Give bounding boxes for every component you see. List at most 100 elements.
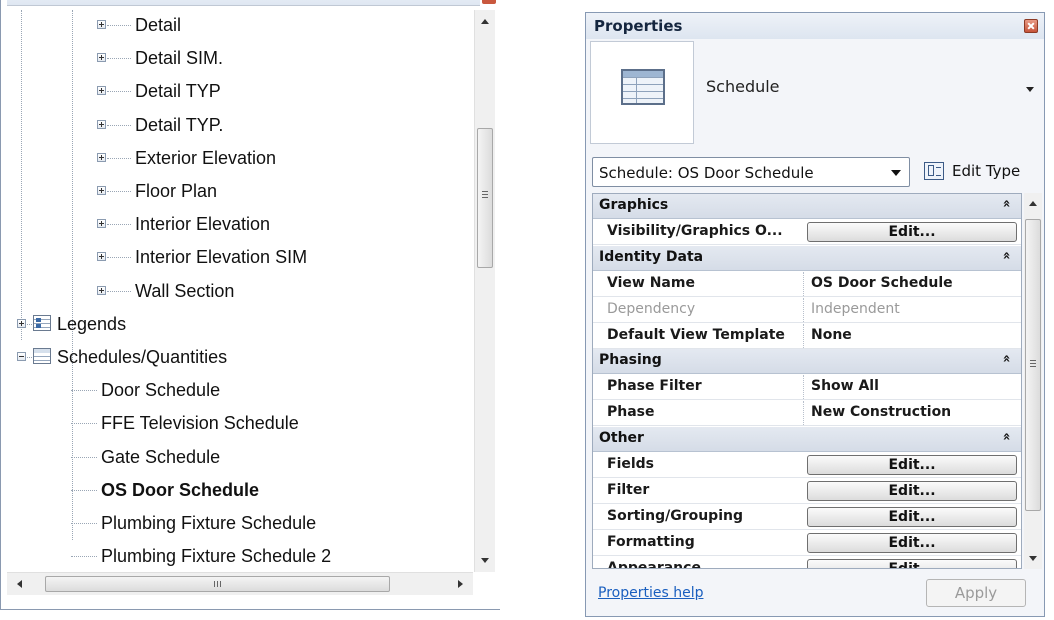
edit-button[interactable]: Edit... — [807, 455, 1017, 475]
project-browser-panel: Detail Detail SIM. Detail TYP Detail TYP. Ex… — [0, 0, 500, 610]
tree-item[interactable]: Interior Elevation — [7, 209, 473, 239]
scroll-down-arrow-icon[interactable] — [481, 558, 489, 563]
property-row: Filter Edit... — [593, 479, 1021, 504]
edit-button[interactable]: Edit... — [807, 221, 1017, 242]
tree-item[interactable]: Schedules/Quantities — [7, 342, 473, 372]
tree-item-label: Gate Schedule — [101, 446, 221, 467]
property-value: Independent — [811, 300, 900, 317]
browser-vertical-scrollbar[interactable] — [474, 10, 495, 572]
tree-item[interactable]: Door Schedule — [7, 375, 473, 405]
expand-plus-icon[interactable] — [97, 53, 106, 63]
type-selector[interactable]: Schedule — [590, 41, 1038, 146]
property-name: Filter — [607, 481, 650, 498]
tree-item-selected[interactable]: OS Door Schedule — [7, 475, 473, 505]
properties-vertical-scrollbar[interactable] — [1024, 193, 1042, 569]
group-header-label: Phasing — [599, 352, 662, 369]
project-browser-title-bar — [7, 0, 480, 6]
group-header-graphics[interactable]: Graphics » — [593, 194, 1021, 219]
tree-item-label: OS Door Schedule — [101, 479, 260, 500]
tree-guide-line — [107, 290, 131, 292]
collapse-minus-icon[interactable] — [17, 352, 26, 361]
group-header-identity-data[interactable]: Identity Data » — [593, 245, 1021, 271]
properties-help-link[interactable]: Properties help — [598, 585, 703, 601]
tree-item[interactable]: Detail TYP — [7, 76, 473, 106]
tree-guide-line — [71, 489, 97, 491]
edit-type-button[interactable]: Edit Type — [920, 158, 1038, 186]
scroll-up-arrow-icon[interactable] — [481, 19, 489, 24]
property-name: Phase — [607, 404, 655, 421]
tree-guide-line — [71, 556, 97, 558]
collapse-chevron-icon[interactable]: » — [999, 355, 1014, 363]
tree-guide-line — [71, 390, 97, 392]
tree-item[interactable]: FFE Television Schedule — [7, 408, 473, 438]
collapse-chevron-icon[interactable]: » — [999, 432, 1014, 440]
expand-plus-icon[interactable] — [97, 285, 106, 295]
browser-horizontal-scrollbar[interactable] — [7, 572, 473, 595]
group-header-other[interactable]: Other » — [593, 427, 1021, 453]
expand-plus-icon[interactable] — [97, 219, 106, 229]
scroll-left-arrow-icon[interactable] — [17, 580, 22, 588]
collapse-chevron-icon[interactable]: » — [999, 251, 1014, 259]
edit-button[interactable]: Edit... — [807, 532, 1017, 553]
property-value[interactable]: None — [811, 327, 852, 343]
property-row: Formatting Edit... — [593, 531, 1021, 556]
property-row: Dependency Independent — [593, 297, 1021, 323]
apply-button[interactable]: Apply — [926, 579, 1026, 607]
property-value[interactable]: New Construction — [811, 404, 951, 420]
group-header-label: Other — [599, 430, 644, 447]
tree-item-label: Detail TYP — [135, 81, 221, 102]
instance-selector-dropdown[interactable]: Schedule: OS Door Schedule — [592, 157, 910, 187]
expand-plus-icon[interactable] — [17, 318, 26, 328]
tree-item[interactable]: Plumbing Fixture Schedule — [7, 508, 473, 538]
project-browser-tree: Detail Detail SIM. Detail TYP Detail TYP. Ex… — [7, 10, 473, 570]
tree-item[interactable]: Interior Elevation SIM — [7, 242, 473, 272]
chevron-down-icon[interactable] — [891, 170, 901, 176]
property-value[interactable]: Show All — [811, 378, 879, 394]
scroll-right-arrow-icon[interactable] — [458, 580, 463, 588]
tree-item-label: Plumbing Fixture Schedule 2 — [101, 546, 332, 567]
expand-plus-icon[interactable] — [97, 152, 106, 162]
tree-item[interactable]: Exterior Elevation — [7, 143, 473, 173]
expand-plus-icon[interactable] — [97, 20, 106, 29]
tree-item[interactable]: Wall Section — [7, 276, 473, 306]
tree-item[interactable]: Detail TYP. — [7, 110, 473, 140]
scroll-thumb[interactable] — [477, 128, 493, 268]
tree-item-label: FFE Television Schedule — [101, 413, 299, 434]
collapse-chevron-icon[interactable]: » — [999, 199, 1014, 207]
expand-plus-icon[interactable] — [97, 86, 106, 96]
tree-item-label: Detail — [135, 15, 182, 35]
expand-plus-icon[interactable] — [97, 252, 106, 262]
tree-item[interactable]: Floor Plan — [7, 176, 473, 206]
tree-item[interactable]: Detail — [7, 10, 473, 40]
scroll-down-arrow-icon[interactable] — [1029, 556, 1037, 561]
tree-guide-line — [27, 323, 32, 325]
grip-icon — [217, 581, 218, 587]
property-name: View Name — [607, 274, 695, 291]
tree-item[interactable]: Detail SIM. — [7, 43, 473, 73]
close-icon[interactable] — [1024, 19, 1038, 33]
scroll-thumb[interactable] — [1025, 219, 1041, 511]
tree-guide-line — [107, 58, 131, 60]
property-name: Appearance — [607, 559, 701, 569]
edit-button[interactable]: Edit... — [807, 558, 1017, 568]
property-row: Phase Filter Show All — [593, 375, 1021, 401]
property-value[interactable]: OS Door Schedule — [811, 275, 953, 291]
tree-guide-line — [107, 124, 131, 126]
tree-item[interactable]: Gate Schedule — [7, 442, 473, 472]
expand-plus-icon[interactable] — [97, 186, 106, 195]
legend-icon — [33, 314, 51, 331]
scroll-up-arrow-icon[interactable] — [1029, 201, 1037, 206]
tree-item[interactable]: Plumbing Fixture Schedule 2 — [7, 541, 473, 571]
tree-guide-line — [71, 523, 97, 524]
edit-button[interactable]: Edit... — [807, 480, 1017, 501]
expand-plus-icon[interactable] — [97, 119, 106, 129]
tree-item[interactable]: Legends — [7, 309, 473, 339]
tree-guide-line — [27, 357, 32, 358]
group-header-phasing[interactable]: Phasing » — [593, 349, 1021, 375]
close-icon[interactable] — [482, 0, 496, 4]
chevron-down-icon[interactable] — [1026, 87, 1034, 92]
column-divider — [803, 401, 804, 426]
edit-button[interactable]: Edit... — [807, 506, 1017, 527]
scroll-thumb[interactable] — [45, 576, 390, 592]
tree-guide-line — [107, 257, 131, 259]
